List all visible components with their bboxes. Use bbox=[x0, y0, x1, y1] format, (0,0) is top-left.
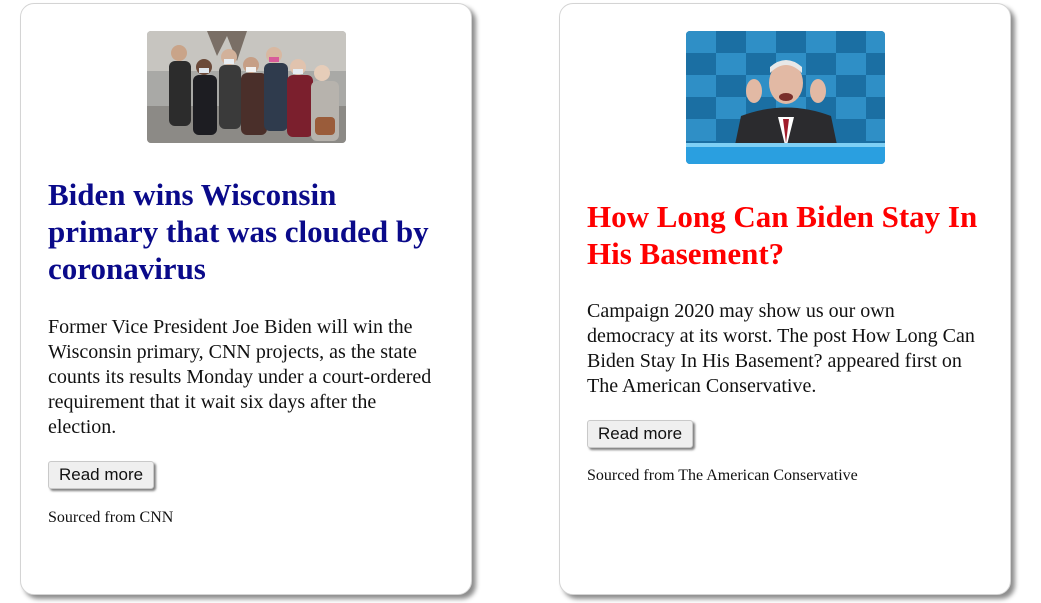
article-summary: Former Vice President Joe Biden will win… bbox=[48, 316, 432, 438]
article-headline[interactable]: Biden wins Wisconsin primary that was cl… bbox=[48, 176, 449, 287]
read-more-button[interactable]: Read more bbox=[587, 420, 694, 448]
people-in-masks-photo-icon bbox=[147, 31, 346, 143]
news-card: Biden wins Wisconsin primary that was cl… bbox=[20, 3, 472, 595]
article-headline[interactable]: How Long Can Biden Stay In His Basement? bbox=[587, 198, 988, 272]
article-summary: Campaign 2020 may show us our own democr… bbox=[587, 300, 975, 397]
speaker-at-podium-photo-icon bbox=[686, 31, 885, 164]
article-image bbox=[686, 31, 885, 164]
news-card: How Long Can Biden Stay In His Basement?… bbox=[559, 3, 1011, 595]
article-image bbox=[147, 31, 346, 143]
article-source: Sourced from The American Conservative bbox=[587, 467, 858, 484]
read-more-button[interactable]: Read more bbox=[48, 461, 155, 489]
article-source: Sourced from CNN bbox=[48, 509, 174, 526]
